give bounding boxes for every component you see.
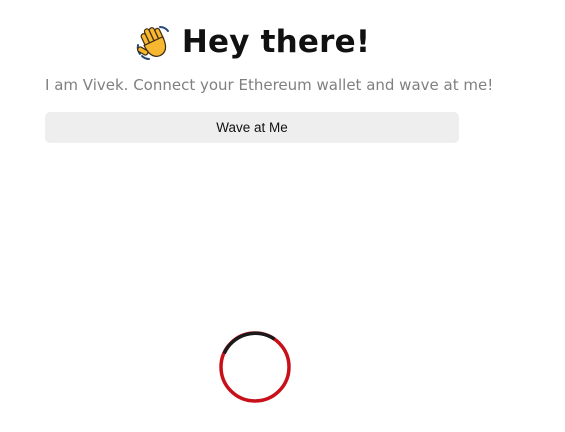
loading-spinner-icon	[218, 330, 292, 404]
bio-text: I am Vivek. Connect your Ethereum wallet…	[45, 76, 494, 94]
page-title: Hey there!	[181, 24, 371, 60]
wave-button[interactable]: Wave at Me	[45, 112, 459, 143]
wave-button-label: Wave at Me	[216, 120, 288, 135]
waving-hand-icon	[134, 23, 172, 61]
spinner-arc	[222, 331, 276, 355]
page-header: Hey there!	[45, 18, 459, 66]
